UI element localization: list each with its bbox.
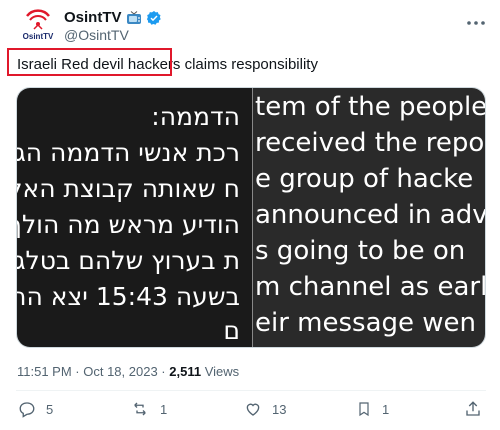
english-line: m channel as earl [255,272,486,302]
hebrew-screenshot: הדממה: רכת אנשי הדממה הג ח שאותה קבוצת ה… [17,88,252,347]
heart-icon [246,403,260,416]
avatar[interactable]: OsintTV [18,8,58,48]
hebrew-line: הודיע מראש מה הולך [17,210,240,239]
tweet-timestamp[interactable]: 11:51 PM · Oct 18, 2023 · [17,364,166,379]
hebrew-line: ם [223,316,240,345]
bookmark-button[interactable]: 1 [356,400,389,418]
hebrew-line: רכת אנשי הדממה הג [17,138,240,167]
hebrew-line: ת בערוץ שלהם בטלגר [17,246,240,275]
english-line: s going to be on [255,236,466,266]
osinttv-logo-icon: OsintTV [19,9,57,47]
hebrew-line: ח שאותה קבוצת האק [17,174,240,203]
share-icon [466,401,480,416]
reply-count: 5 [46,401,54,417]
english-screenshot: tem of the people received the repo e gr… [253,88,486,347]
like-button[interactable]: 13 [244,400,286,418]
reply-icon [19,402,35,418]
english-line: e group of hacke [255,164,474,194]
repost-count: 1 [160,401,168,417]
views-count: 2,511 [169,364,202,379]
tv-emoji-icon [126,10,141,24]
action-bar: 5 1 13 1 [16,400,486,424]
tweet-media-image[interactable]: הדממה: רכת אנשי הדממה הג ח שאותה קבוצת ה… [16,87,486,348]
bookmark-count: 1 [382,401,390,417]
hebrew-line: בשעה 15:43 יצא ההוד [17,282,240,311]
repost-button[interactable]: 1 [130,400,167,418]
repost-icon [134,402,146,416]
like-count: 13 [272,401,287,417]
more-options-icon[interactable] [466,10,486,31]
highlight-box [7,48,172,76]
svg-text:OsintTV: OsintTV [23,32,54,41]
english-line: tem of the people [255,92,486,122]
english-line: received the repo [255,128,485,158]
divider [16,390,486,391]
account-name[interactable]: OsintTV [64,9,122,26]
account-handle[interactable]: @OsintTV [64,27,129,43]
views-label: Views [204,364,240,379]
tweet-meta: 11:51 PM · Oct 18, 2023 · 2,511 Views [17,364,239,379]
bookmark-icon [359,402,369,417]
hebrew-line: הדממה: [151,102,240,131]
english-line: announced in adv [255,200,486,230]
reply-button[interactable]: 5 [18,400,53,418]
account-name-row[interactable]: OsintTV [64,9,162,26]
english-line: eir message wen [255,308,477,338]
share-button[interactable] [464,400,482,418]
verified-badge-icon [146,10,161,25]
